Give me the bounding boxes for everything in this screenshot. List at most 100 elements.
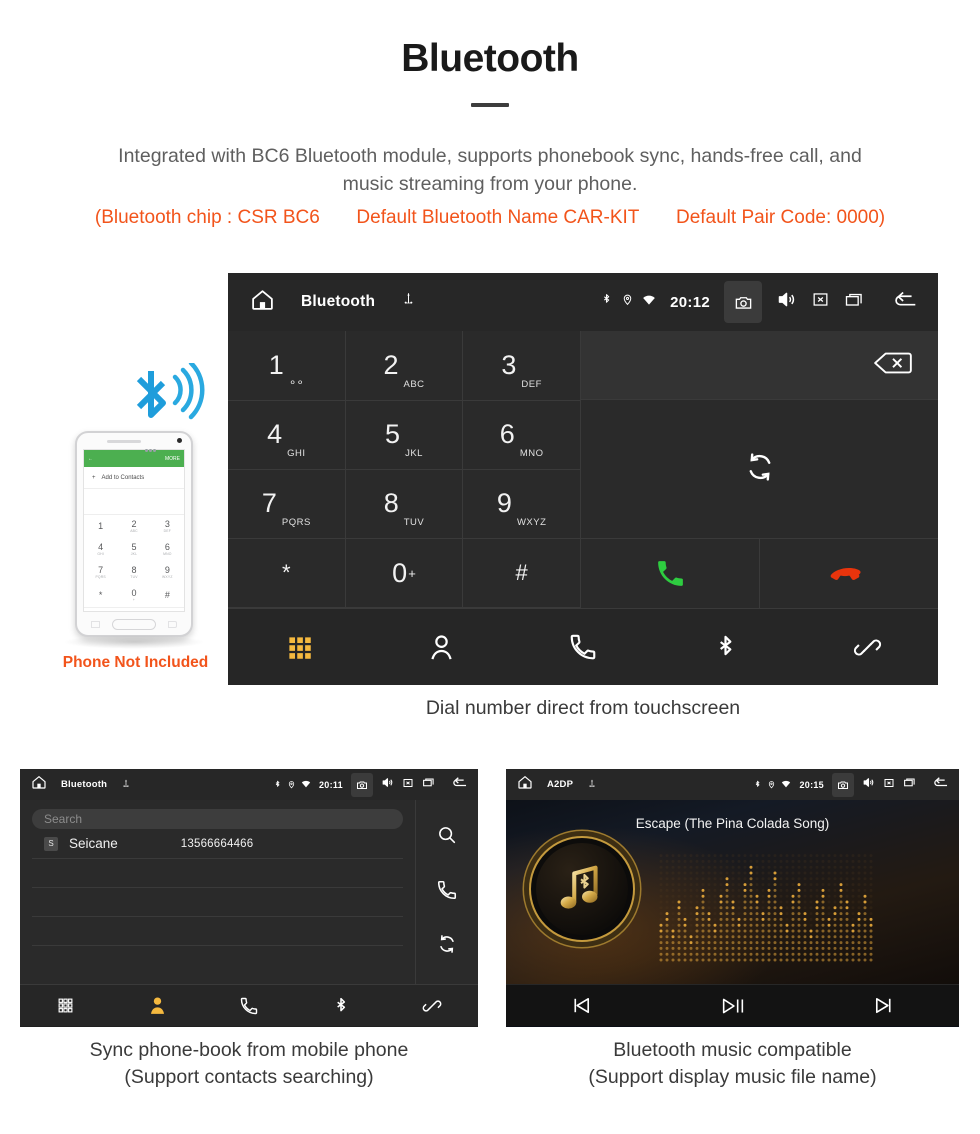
contact-row-empty: [32, 859, 403, 889]
dialer-clock: 20:12: [670, 293, 710, 311]
close-icon[interactable]: [402, 776, 414, 794]
intro-line-1: Integrated with BC6 Bluetooth module, su…: [118, 144, 862, 167]
close-icon[interactable]: [811, 290, 830, 314]
close-icon[interactable]: [883, 776, 895, 794]
sync-contacts-button[interactable]: [581, 400, 938, 540]
wifi-icon: [301, 776, 311, 794]
nav-keypad[interactable]: [20, 997, 112, 1014]
home-icon[interactable]: [517, 774, 533, 795]
sync-icon[interactable]: [436, 933, 458, 960]
bluetooth-icon: [753, 776, 762, 794]
volume-icon[interactable]: [381, 776, 394, 794]
page-header: Bluetooth Integrated with BC6 Bluetooth …: [0, 0, 980, 229]
contact-row[interactable]: S Seicane 13566664466: [32, 829, 403, 860]
dialer-screen: Bluetooth 20:12 1 ∘∘ 2 ABC 3 DEF 4 GHI 5…: [228, 273, 938, 686]
nav-keypad[interactable]: [228, 634, 370, 661]
contacts-body: Search S Seicane 13566664466: [20, 800, 478, 985]
dialer-keypad-area: 1 ∘∘ 2 ABC 3 DEF 4 GHI 5 JKL 6 MNO 7 PQRS 8 TUV …: [228, 331, 938, 609]
location-icon: [621, 293, 634, 311]
equalizer-visualizer: [659, 854, 873, 962]
call-button[interactable]: [581, 539, 760, 609]
phone-softkey-right: [168, 620, 177, 628]
phone-add-contact-row: + Add to Contacts: [84, 467, 184, 490]
home-icon[interactable]: [31, 774, 47, 795]
contacts-screen: Bluetooth 20:11 Search S Seicane 1356666…: [20, 769, 478, 1028]
phone-speaker: [107, 440, 141, 444]
back-icon[interactable]: [931, 775, 950, 795]
back-icon[interactable]: [890, 288, 920, 317]
disconnect-icon: [853, 639, 881, 656]
contacts-navbar: [20, 984, 478, 1027]
camera-icon[interactable]: [351, 772, 373, 797]
key-6[interactable]: 6 MNO: [463, 400, 581, 470]
search-icon[interactable]: [436, 824, 458, 851]
phone-screen: ← MORE + Add to Contacts 1 2 ABC 3 DEF 4 GH…: [83, 449, 185, 613]
caption-dialer: Dial number direct from touchscreen: [425, 697, 741, 720]
call-icon[interactable]: [436, 879, 458, 906]
backspace-icon[interactable]: [872, 350, 914, 381]
keypad-icon: [58, 998, 73, 1013]
key-5[interactable]: 5 JKL: [345, 400, 464, 470]
call-log-icon: [240, 997, 258, 1014]
contact-name: Seicane: [69, 836, 118, 852]
caption-music-line-1: Bluetooth music compatible: [613, 1039, 852, 1062]
contacts-clock: 20:11: [318, 779, 343, 790]
volume-icon[interactable]: [862, 776, 875, 794]
key-1[interactable]: 1 ∘∘: [228, 331, 346, 401]
key-2[interactable]: 2 ABC: [345, 331, 464, 401]
spec-pair-code: Default Pair Code: 0000): [675, 207, 886, 229]
recent-apps-icon[interactable]: [422, 776, 435, 794]
nav-contacts[interactable]: [112, 995, 204, 1016]
key-hash[interactable]: #: [463, 539, 581, 609]
play-pause-icon: [722, 998, 743, 1014]
previous-button[interactable]: [506, 994, 657, 1017]
contacts-title: Bluetooth: [61, 779, 108, 791]
dialer-navbar: [228, 608, 938, 686]
dialer-statusbar: Bluetooth 20:12: [228, 273, 938, 332]
music-clock: 20:15: [799, 779, 824, 790]
recent-apps-icon[interactable]: [844, 290, 864, 315]
phone-more-label: MORE: [165, 455, 180, 462]
recent-apps-icon[interactable]: [903, 776, 916, 794]
key-9[interactable]: 9 WXYZ: [463, 469, 581, 540]
key-8[interactable]: 8 TUV: [345, 469, 464, 540]
volume-icon[interactable]: [776, 289, 797, 315]
key-0[interactable]: 0 +: [345, 539, 464, 609]
back-icon[interactable]: [450, 775, 469, 795]
phone-front-camera-icon: [177, 438, 182, 444]
contacts-status-right: 20:11: [273, 772, 469, 797]
nav-contacts[interactable]: [370, 632, 512, 663]
contacts-status-indicators: [273, 776, 311, 794]
nav-bluetooth[interactable]: [295, 996, 387, 1016]
song-title: Escape (The Pina Colada Song): [635, 816, 830, 832]
next-button[interactable]: [808, 994, 959, 1017]
camera-icon[interactable]: [724, 281, 762, 324]
contact-number: 13566664466: [180, 837, 254, 850]
phone-body: ← MORE + Add to Contacts 1 2 ABC 3 DEF 4 GH…: [75, 431, 193, 638]
search-placeholder: Search: [44, 812, 83, 827]
key-star[interactable]: *: [228, 539, 346, 609]
nav-disconnect[interactable]: [796, 633, 938, 662]
caption-contacts-line-2: (Support contacts searching): [124, 1066, 374, 1089]
key-4[interactable]: 4 GHI: [228, 400, 346, 470]
usb-icon: [401, 292, 416, 312]
nav-disconnect[interactable]: [386, 996, 478, 1016]
hangup-button[interactable]: [760, 539, 938, 609]
play-pause-button[interactable]: [657, 994, 808, 1018]
call-log-icon: [570, 634, 596, 660]
home-icon[interactable]: [250, 287, 275, 317]
phone-sensor-dots: [145, 439, 159, 453]
camera-icon[interactable]: [832, 772, 854, 797]
phone-back-icon: ←: [88, 455, 93, 462]
usb-icon: [121, 776, 131, 794]
nav-bluetooth[interactable]: [654, 633, 796, 662]
spec-bt-name: Default Bluetooth Name CAR-KIT: [356, 207, 640, 229]
contacts-icon: [430, 635, 452, 660]
nav-call-log[interactable]: [512, 632, 654, 662]
contact-initial-badge: S: [44, 836, 58, 851]
search-input[interactable]: Search: [32, 809, 403, 830]
nav-call-log[interactable]: [203, 996, 295, 1016]
key-7[interactable]: 7 PQRS: [228, 469, 346, 540]
number-input-field[interactable]: [581, 331, 938, 401]
key-3[interactable]: 3 DEF: [463, 331, 581, 401]
